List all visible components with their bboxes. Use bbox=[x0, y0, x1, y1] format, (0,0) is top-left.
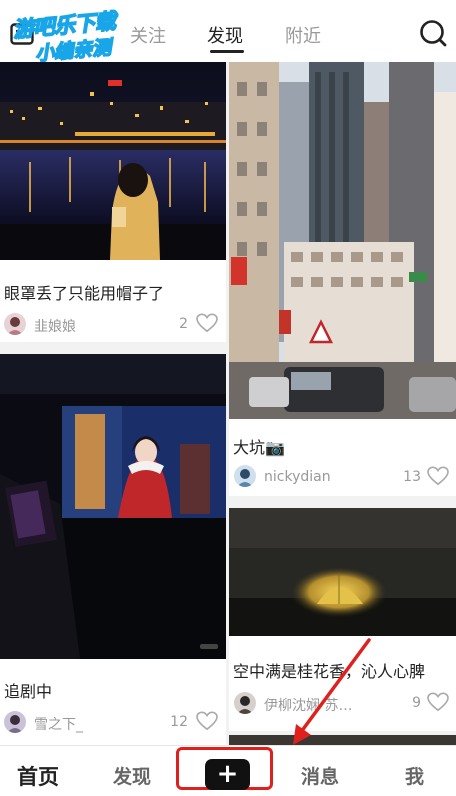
avatar[interactable] bbox=[234, 465, 256, 487]
nav-messages[interactable]: 消息 bbox=[301, 762, 339, 789]
card-image-city-buildings[interactable] bbox=[229, 62, 456, 419]
bottom-navigation: 首页 发现 + 消息 我 bbox=[0, 745, 456, 796]
author-name[interactable]: 雪之下_ bbox=[34, 714, 83, 734]
like-count: 9 bbox=[412, 695, 421, 711]
feed-card[interactable]: 追剧中 雪之下_ 12 bbox=[0, 354, 226, 745]
feed-card[interactable]: 大坑📷 nickydian 13 bbox=[229, 62, 456, 496]
heart-icon[interactable] bbox=[427, 466, 449, 490]
avatar[interactable] bbox=[4, 711, 26, 733]
nav-discover[interactable]: 发现 bbox=[113, 762, 151, 789]
card-title[interactable]: 眼罩丢了只能用帽子了 bbox=[4, 280, 220, 304]
author-name[interactable]: nickydian bbox=[264, 469, 331, 485]
author-name[interactable]: 伊柳沈娴 苏… bbox=[264, 695, 364, 715]
heart-icon[interactable] bbox=[427, 692, 449, 716]
feed-card[interactable]: 空中满是桂花香，沁人心脾 伊柳沈娴 苏… 9 bbox=[229, 508, 456, 731]
like-count: 2 bbox=[179, 316, 188, 332]
card-image-night-tent[interactable] bbox=[229, 508, 456, 636]
author-name[interactable]: 韭娘娘 bbox=[34, 316, 76, 336]
heart-icon[interactable] bbox=[196, 711, 218, 735]
like-count: 13 bbox=[403, 469, 421, 485]
tab-nearby[interactable]: 附近 bbox=[285, 22, 321, 48]
active-tab-indicator bbox=[210, 50, 244, 53]
like-count: 12 bbox=[170, 714, 188, 730]
card-image-partial[interactable] bbox=[229, 735, 456, 745]
avatar[interactable] bbox=[4, 313, 26, 335]
card-title[interactable]: 追剧中 bbox=[4, 678, 220, 702]
feed-card[interactable]: 眼罩丢了只能用帽子了 韭娘娘 2 bbox=[0, 62, 226, 342]
nav-me[interactable]: 我 bbox=[405, 762, 424, 789]
card-image-tv-drama[interactable] bbox=[0, 354, 226, 659]
heart-icon[interactable] bbox=[196, 313, 218, 337]
card-image-night-harbour[interactable] bbox=[0, 62, 226, 260]
card-title[interactable]: 空中满是桂花香，沁人心脾 bbox=[233, 658, 450, 682]
tab-discover[interactable]: 发现 bbox=[207, 22, 243, 48]
avatar[interactable] bbox=[234, 692, 256, 714]
search-icon[interactable] bbox=[419, 19, 447, 51]
nav-home[interactable]: 首页 bbox=[17, 761, 59, 791]
card-title[interactable]: 大坑📷 bbox=[233, 434, 450, 458]
feed-card-partial[interactable] bbox=[229, 735, 456, 745]
top-bar: 关注 发现 附近 游吧乐下载 小编亲测 bbox=[0, 0, 456, 66]
add-post-button[interactable]: + bbox=[205, 759, 250, 790]
